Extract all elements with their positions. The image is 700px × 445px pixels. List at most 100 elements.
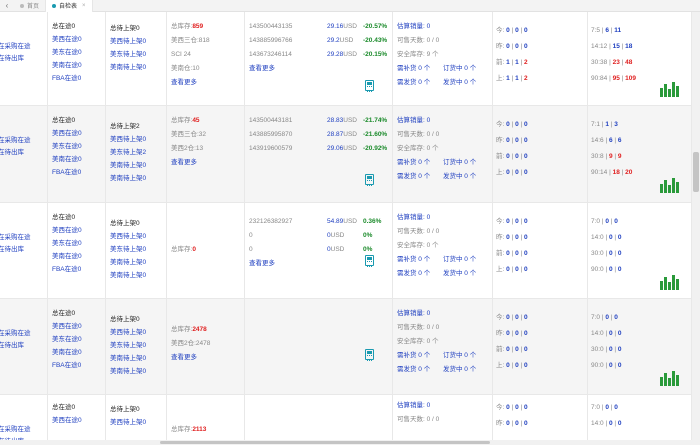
in-transit-line[interactable]: 美西在途0 (52, 416, 82, 425)
pending-shelf-line[interactable]: 美南待上架0 (110, 367, 146, 376)
bar-chart-icon[interactable] (660, 82, 679, 97)
horizontal-scrollbar[interactable] (0, 440, 700, 445)
view-more-link[interactable]: 查看更多 (171, 353, 197, 362)
ordered-label[interactable]: 订货中 0 个 (443, 352, 476, 359)
ordered-label[interactable]: 订货中 0 个 (443, 159, 476, 166)
bar-chart-icon[interactable] (660, 275, 679, 290)
view-more-link[interactable]: 查看更多 (171, 78, 197, 87)
shipped-line[interactable]: 发货中 0 个 (443, 269, 476, 278)
estimated-sales-line: 估算销量: 0 (397, 213, 430, 222)
restock-label[interactable]: 需补货 0 个 (397, 65, 430, 72)
shipped-line[interactable]: 发货中 0 个 (443, 365, 476, 374)
ordered-line[interactable]: 订货中 0 个 (443, 158, 476, 167)
in-transit-line[interactable]: 美南在途0 (52, 348, 82, 357)
shipping-label[interactable]: 需发货 0 个 (397, 173, 430, 180)
purchase-in-transit-link[interactable]: 在采购在途 (0, 136, 31, 145)
calculator-icon[interactable] (365, 80, 374, 92)
pending-shelf-line[interactable]: 美南待上架0 (110, 354, 146, 363)
in-transit-line[interactable]: FBA在途0 (52, 361, 81, 370)
scrollbar-thumb[interactable] (693, 152, 699, 192)
purchase-in-transit-link[interactable]: 在采购在途 (0, 329, 31, 338)
in-transit-line[interactable]: 美西在途0 (52, 322, 82, 331)
purchase-in-transit-link[interactable]: 在采购在途 (0, 233, 31, 242)
ordered-line[interactable]: 订货中 0 个 (443, 64, 476, 73)
purchase-in-transit-link[interactable]: 在采购在途 (0, 425, 31, 434)
pending-shelf-line[interactable]: 美东待上架0 (110, 245, 146, 254)
pending-outbound-link[interactable]: 在待出库 (0, 341, 24, 350)
ordered-label[interactable]: 订货中 0 个 (443, 65, 476, 72)
ordered-label[interactable]: 订货中 0 个 (443, 256, 476, 263)
pending-shelf-line[interactable]: 美西待上架0 (110, 37, 146, 46)
pending-shelf-line[interactable]: 美南待上架0 (110, 271, 146, 280)
shipped-label[interactable]: 发货中 0 个 (443, 366, 476, 373)
pending-shelf-line[interactable]: 美东待上架0 (110, 50, 146, 59)
back-arrow-icon[interactable]: ‹ (0, 1, 14, 10)
shipped-line[interactable]: 发货中 0 个 (443, 78, 476, 87)
shipping-label[interactable]: 需发货 0 个 (397, 79, 430, 86)
in-transit-line[interactable]: 美南在途0 (52, 155, 82, 164)
shipping-line[interactable]: 需发货 0 个 (397, 78, 430, 87)
in-transit-line[interactable]: 美东在途0 (52, 239, 82, 248)
sku-price: 28.83USD (327, 116, 357, 125)
calculator-icon[interactable] (365, 349, 374, 361)
shipping-label[interactable]: 需发货 0 个 (397, 366, 430, 373)
purchase-in-transit-link[interactable]: 在采购在途 (0, 42, 31, 51)
in-transit-line[interactable]: 美东在途0 (52, 48, 82, 57)
restock-label[interactable]: 需补货 0 个 (397, 256, 430, 263)
restock-label[interactable]: 需补货 0 个 (397, 352, 430, 359)
bar-chart-icon[interactable] (660, 371, 679, 386)
pending-shelf-line[interactable]: 美南待上架0 (110, 258, 146, 267)
in-transit-line[interactable]: 美东在途0 (52, 335, 82, 344)
in-transit-line: 总在途0 (52, 214, 76, 221)
in-transit-line[interactable]: 美南在途0 (52, 61, 82, 70)
shipping-label[interactable]: 需发货 0 个 (397, 270, 430, 277)
view-more-link[interactable]: 查看更多 (249, 64, 275, 73)
in-transit-line[interactable]: 美西在途0 (52, 129, 82, 138)
ordered-line[interactable]: 订货中 0 个 (443, 255, 476, 264)
pending-shelf-line[interactable]: 美南待上架0 (110, 161, 146, 170)
pending-shelf-line[interactable]: 美西待上架0 (110, 135, 146, 144)
shipping-line[interactable]: 需发货 0 个 (397, 172, 430, 181)
in-transit-line[interactable]: 美南在途0 (52, 252, 82, 261)
bar-chart-icon[interactable] (660, 178, 679, 193)
shipping-line[interactable]: 需发货 0 个 (397, 269, 430, 278)
view-more-link[interactable]: 查看更多 (171, 158, 197, 167)
in-transit-line[interactable]: FBA在途0 (52, 168, 81, 177)
in-transit-line[interactable]: FBA在途0 (52, 265, 81, 274)
calculator-icon[interactable] (365, 174, 374, 186)
restock-line[interactable]: 需补货 0 个 (397, 158, 430, 167)
shipped-label[interactable]: 发货中 0 个 (443, 79, 476, 86)
ordered-line[interactable]: 订货中 0 个 (443, 351, 476, 360)
in-transit-line[interactable]: FBA在途0 (52, 74, 81, 83)
restock-label[interactable]: 需补货 0 个 (397, 159, 430, 166)
pending-shelf-line[interactable]: 美东待上架0 (110, 341, 146, 350)
in-transit-line[interactable]: 美西在途0 (52, 35, 82, 44)
restock-line[interactable]: 需补货 0 个 (397, 64, 430, 73)
warehouse-stock-line: 美西2仓:13 (171, 145, 204, 152)
in-transit-line[interactable]: 美西在途0 (52, 226, 82, 235)
pending-outbound-link[interactable]: 在待出库 (0, 148, 24, 157)
pending-shelf-line[interactable]: 美西待上架0 (110, 232, 146, 241)
close-icon[interactable]: × (82, 3, 86, 9)
scrollbar-thumb[interactable] (160, 441, 490, 444)
tab-home[interactable]: 首页 (14, 0, 45, 12)
restock-line[interactable]: 需补货 0 个 (397, 351, 430, 360)
sku-price-currency: USD (343, 145, 358, 152)
shipped-label[interactable]: 发货中 0 个 (443, 173, 476, 180)
pending-shelf-line[interactable]: 美南待上架0 (110, 174, 146, 183)
restock-line[interactable]: 需补货 0 个 (397, 255, 430, 264)
calculator-icon[interactable] (365, 255, 374, 267)
pending-shelf-line[interactable]: 美西待上架0 (110, 418, 146, 427)
shipped-line[interactable]: 发货中 0 个 (443, 172, 476, 181)
pending-shelf-line[interactable]: 美东待上架2 (110, 148, 146, 157)
pending-shelf-line[interactable]: 美南待上架0 (110, 63, 146, 72)
shipped-label[interactable]: 发货中 0 个 (443, 270, 476, 277)
shipping-line[interactable]: 需发货 0 个 (397, 365, 430, 374)
view-more-link[interactable]: 查看更多 (249, 259, 275, 268)
in-transit-line[interactable]: 美东在途0 (52, 142, 82, 151)
pending-outbound-link[interactable]: 在待出库 (0, 54, 24, 63)
pending-shelf-line[interactable]: 美西待上架0 (110, 328, 146, 337)
pending-outbound-link[interactable]: 在待出库 (0, 245, 24, 254)
vertical-scrollbar[interactable] (692, 12, 700, 440)
tab-self-check[interactable]: 自检表 × (45, 0, 93, 12)
